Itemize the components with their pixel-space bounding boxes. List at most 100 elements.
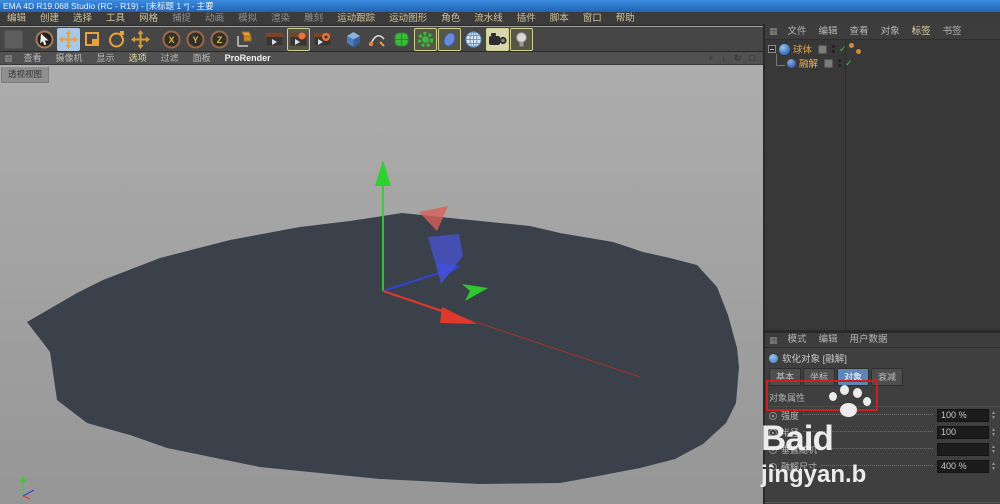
menu-animate[interactable]: 动画 [198, 12, 231, 26]
phong-tag-icon[interactable] [818, 45, 827, 54]
last-tool-button[interactable] [129, 28, 152, 51]
phong-tag-icon[interactable] [824, 59, 833, 68]
window-title: EMA 4D R19.068 Studio (RC - R19) - [未标题 … [3, 1, 214, 11]
object-manager-menubar: ▦ 文件 编辑 查看 对象 标签 书签 [765, 24, 1000, 40]
menu-help[interactable]: 帮助 [609, 12, 642, 26]
cube-primitive-icon [344, 30, 363, 49]
render-settings-button[interactable] [311, 28, 334, 51]
enabled-check-icon[interactable]: ✓ [839, 44, 847, 55]
live-selection-button[interactable] [33, 28, 56, 51]
keyframe-dot-icon[interactable] [769, 463, 777, 471]
vp-menu-prorender[interactable]: ProRender [218, 53, 278, 63]
keyframe-dot-icon[interactable] [769, 446, 777, 454]
enabled-check-icon[interactable]: ✓ [845, 58, 853, 69]
keyframe-dot-icon[interactable] [769, 429, 777, 437]
stepper-arrows[interactable]: ▲▼ [991, 411, 996, 421]
environment-button[interactable] [462, 28, 485, 51]
object-row-melt[interactable]: 融解 ✓ [773, 56, 853, 70]
stepper-arrows[interactable]: ▲▼ [991, 462, 996, 472]
visibility-dots[interactable] [838, 58, 841, 68]
menu-plugins[interactable]: 插件 [510, 12, 543, 26]
menu-mesh[interactable]: 网格 [132, 12, 165, 26]
render-view-button[interactable] [263, 28, 286, 51]
rotate-tool-button[interactable] [105, 28, 128, 51]
menu-render[interactable]: 渲染 [264, 12, 297, 26]
keyframe-dot-icon[interactable] [769, 412, 777, 420]
vp-menu-cameras[interactable]: 摄像机 [49, 52, 90, 65]
om-menu-view[interactable]: 查看 [844, 24, 875, 40]
collapse-icon[interactable] [768, 45, 776, 53]
menu-character[interactable]: 角色 [434, 12, 467, 26]
spline-pen-button[interactable] [366, 28, 389, 51]
camera-button[interactable] [486, 28, 509, 51]
menu-script[interactable]: 脚本 [543, 12, 576, 26]
om-menu-file[interactable]: 文件 [782, 24, 813, 40]
menu-tools[interactable]: 工具 [99, 12, 132, 26]
light-button[interactable] [510, 28, 533, 51]
lock-x-axis-icon: X [162, 30, 181, 49]
viewport-panel-menu-icon[interactable]: ▦ [0, 53, 17, 64]
add-primitive-button[interactable] [342, 28, 365, 51]
menu-snap[interactable]: 捕捉 [165, 12, 198, 26]
stepper-arrows[interactable]: ▲▼ [991, 428, 996, 438]
om-panel-menu-icon[interactable]: ▦ [765, 26, 782, 37]
sphere-object-icon[interactable] [779, 44, 790, 55]
menu-select[interactable]: 选择 [66, 12, 99, 26]
radius-value-field[interactable]: 100 [937, 426, 989, 439]
menu-simulate[interactable]: 模拟 [231, 12, 264, 26]
move-tool-button[interactable] [57, 28, 80, 51]
visibility-dots[interactable] [832, 44, 835, 54]
pan-view-icon[interactable]: + [704, 52, 717, 65]
om-menu-edit[interactable]: 编辑 [813, 24, 844, 40]
vertical-randomness-value-field[interactable] [937, 443, 989, 456]
rotate-view-icon[interactable]: ↻ [730, 52, 746, 65]
menu-window[interactable]: 窗口 [576, 12, 609, 26]
am-menu-mode[interactable]: 模式 [782, 332, 813, 348]
viewport-canvas[interactable] [0, 65, 763, 504]
menu-mograph[interactable]: 运动图形 [382, 12, 434, 26]
dolly-view-icon[interactable]: ↓ [718, 52, 731, 65]
render-picture-viewer-button[interactable] [287, 28, 310, 51]
melted-size-value-field[interactable]: 400 % [937, 460, 989, 473]
lock-z-axis-button[interactable]: Z [208, 28, 231, 51]
melt-deformer-icon[interactable] [787, 59, 796, 68]
subdivision-surface-button[interactable] [390, 28, 413, 51]
layer-dot[interactable] [856, 49, 861, 54]
object-name[interactable]: 球体 [793, 42, 812, 56]
generator-button[interactable] [414, 28, 437, 51]
vp-menu-panel[interactable]: 面板 [186, 52, 218, 65]
layer-dot[interactable] [849, 43, 854, 48]
viewport-nav-icons: + ↓ ↻ □ [704, 52, 763, 65]
om-menu-bookmarks[interactable]: 书签 [937, 24, 968, 40]
attribute-manager-menubar: ▦ 模式 编辑 用户数据 [765, 333, 1000, 348]
vp-menu-view[interactable]: 查看 [17, 52, 49, 65]
am-menu-userdata[interactable]: 用户数据 [844, 332, 894, 348]
coordinate-system-button[interactable] [232, 28, 255, 51]
menu-sculpt[interactable]: 雕刻 [297, 12, 330, 26]
menu-pipeline[interactable]: 流水线 [467, 12, 510, 26]
strength-value-field[interactable]: 100 % [937, 409, 989, 422]
am-panel-menu-icon[interactable]: ▦ [765, 335, 782, 346]
rotate-tool-icon [107, 30, 126, 49]
lock-y-axis-button[interactable]: Y [184, 28, 207, 51]
grid-sphere-icon [464, 30, 483, 49]
scale-tool-button[interactable] [81, 28, 104, 51]
om-menu-objects[interactable]: 对象 [875, 24, 906, 40]
menu-motion-tracker[interactable]: 运动跟踪 [330, 12, 382, 26]
om-menu-tags[interactable]: 标签 [906, 24, 937, 40]
stepper-arrows[interactable]: ▲▼ [991, 445, 996, 455]
om-column-divider [845, 40, 846, 330]
menu-create[interactable]: 创建 [33, 12, 66, 26]
am-menu-edit[interactable]: 编辑 [813, 332, 844, 348]
object-manager-tree[interactable]: 球体 ✓ 融解 ✓ [765, 40, 1000, 330]
attribute-object-header: 软化对象 [融解] [765, 348, 1000, 366]
undo-button[interactable] [2, 28, 25, 51]
vp-menu-filter[interactable]: 过滤 [154, 52, 186, 65]
menu-edit[interactable]: 编辑 [0, 12, 33, 26]
deformer-button[interactable] [438, 28, 461, 51]
toggle-view-icon[interactable]: □ [746, 52, 759, 65]
lock-x-axis-button[interactable]: X [160, 28, 183, 51]
object-name[interactable]: 融解 [799, 56, 818, 70]
vp-menu-options[interactable]: 选项 [122, 52, 154, 65]
vp-menu-display[interactable]: 显示 [90, 52, 122, 65]
